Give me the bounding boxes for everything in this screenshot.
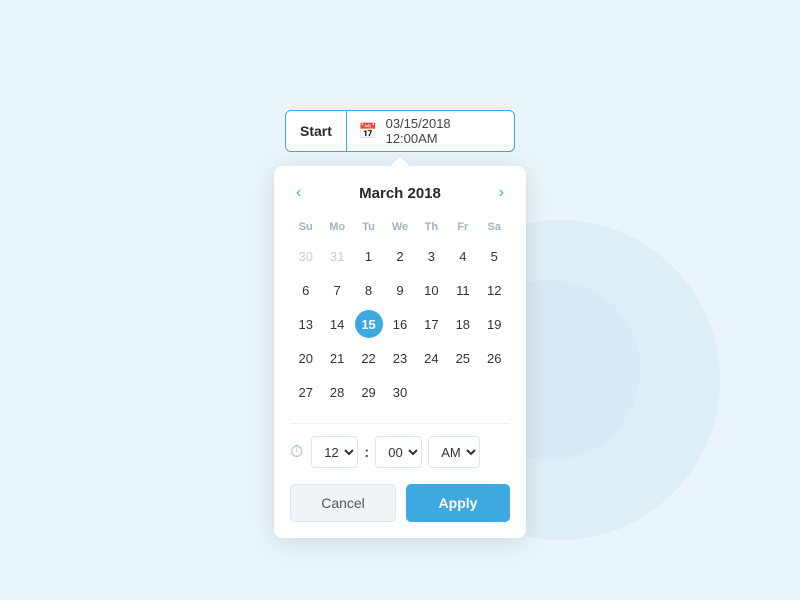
time-row: ⏱ 121234567891011 : 00153045 AMPM — [290, 423, 510, 468]
calendar-day[interactable]: 7 — [323, 276, 351, 304]
calendar-day[interactable]: 19 — [480, 310, 508, 338]
calendar-day[interactable]: 1 — [355, 242, 383, 270]
calendar-day[interactable]: 6 — [292, 276, 320, 304]
calendar-day[interactable]: 15 — [355, 310, 383, 338]
calendar-day[interactable]: 25 — [449, 344, 477, 372]
calendar-day[interactable]: 14 — [323, 310, 351, 338]
calendar-day[interactable]: 12 — [480, 276, 508, 304]
time-colon: : — [364, 444, 369, 461]
start-label: Start — [286, 111, 347, 151]
calendar-day[interactable]: 5 — [480, 242, 508, 270]
ampm-select[interactable]: AMPM — [428, 436, 480, 468]
calendar-day[interactable]: 13 — [292, 310, 320, 338]
calendar-day[interactable]: 11 — [449, 276, 477, 304]
weekday-tu: Tu — [353, 218, 384, 239]
date-text: 03/15/2018 12:00AM — [386, 116, 502, 146]
calendar-day[interactable]: 27 — [292, 378, 320, 406]
weekday-mo: Mo — [321, 218, 352, 239]
weekday-sa: Sa — [479, 218, 510, 239]
calendar-day[interactable]: 4 — [449, 242, 477, 270]
calendar-day[interactable]: 18 — [449, 310, 477, 338]
weekday-fr: Fr — [447, 218, 478, 239]
calendar-day: 31 — [323, 242, 351, 270]
calendar-day[interactable]: 17 — [417, 310, 445, 338]
dropdown-triangle — [390, 152, 410, 166]
calendar-week-row: 13141516171819 — [290, 307, 510, 341]
date-input-bar[interactable]: Start 📅 03/15/2018 12:00AM — [285, 110, 515, 152]
calendar-day[interactable]: 23 — [386, 344, 414, 372]
calendar-day[interactable]: 2 — [386, 242, 414, 270]
cancel-button[interactable]: Cancel — [290, 484, 396, 522]
calendar-day[interactable]: 3 — [417, 242, 445, 270]
calendar-icon: 📅 — [359, 122, 378, 140]
date-value-display[interactable]: 📅 03/15/2018 12:00AM — [347, 111, 514, 151]
calendar-day[interactable]: 16 — [386, 310, 414, 338]
calendar-week-row: 6789101112 — [290, 273, 510, 307]
weekday-th: Th — [416, 218, 447, 239]
calendar-grid: Su Mo Tu We Th Fr Sa 3031123456789101112… — [290, 218, 510, 409]
calendar-day[interactable]: 28 — [323, 378, 351, 406]
calendar-popup: ‹ March 2018 › Su Mo Tu We Th Fr Sa 3031… — [274, 166, 526, 538]
action-buttons: Cancel Apply — [290, 484, 510, 522]
hour-select[interactable]: 121234567891011 — [311, 436, 358, 468]
calendar-day[interactable]: 29 — [355, 378, 383, 406]
calendar-day[interactable]: 22 — [355, 344, 383, 372]
clock-icon: ⏱ — [290, 442, 303, 462]
prev-month-button[interactable]: ‹ — [290, 182, 307, 204]
calendar-header: ‹ March 2018 › — [290, 182, 510, 204]
calendar-week-row: 27282930 — [290, 375, 510, 409]
weekday-header-row: Su Mo Tu We Th Fr Sa — [290, 218, 510, 239]
weekday-we: We — [384, 218, 415, 239]
calendar-day[interactable]: 24 — [417, 344, 445, 372]
calendar-week-row: 20212223242526 — [290, 341, 510, 375]
calendar-day[interactable]: 9 — [386, 276, 414, 304]
calendar-day[interactable]: 10 — [417, 276, 445, 304]
calendar-day[interactable]: 8 — [355, 276, 383, 304]
calendar-day[interactable]: 26 — [480, 344, 508, 372]
month-title: March 2018 — [359, 185, 441, 202]
calendar-day[interactable]: 20 — [292, 344, 320, 372]
next-month-button[interactable]: › — [493, 182, 510, 204]
calendar-day[interactable]: 30 — [386, 378, 414, 406]
apply-button[interactable]: Apply — [406, 484, 510, 522]
weekday-su: Su — [290, 218, 321, 239]
calendar-day: 30 — [292, 242, 320, 270]
calendar-day[interactable]: 21 — [323, 344, 351, 372]
minute-select[interactable]: 00153045 — [375, 436, 422, 468]
calendar-week-row: 303112345 — [290, 239, 510, 273]
